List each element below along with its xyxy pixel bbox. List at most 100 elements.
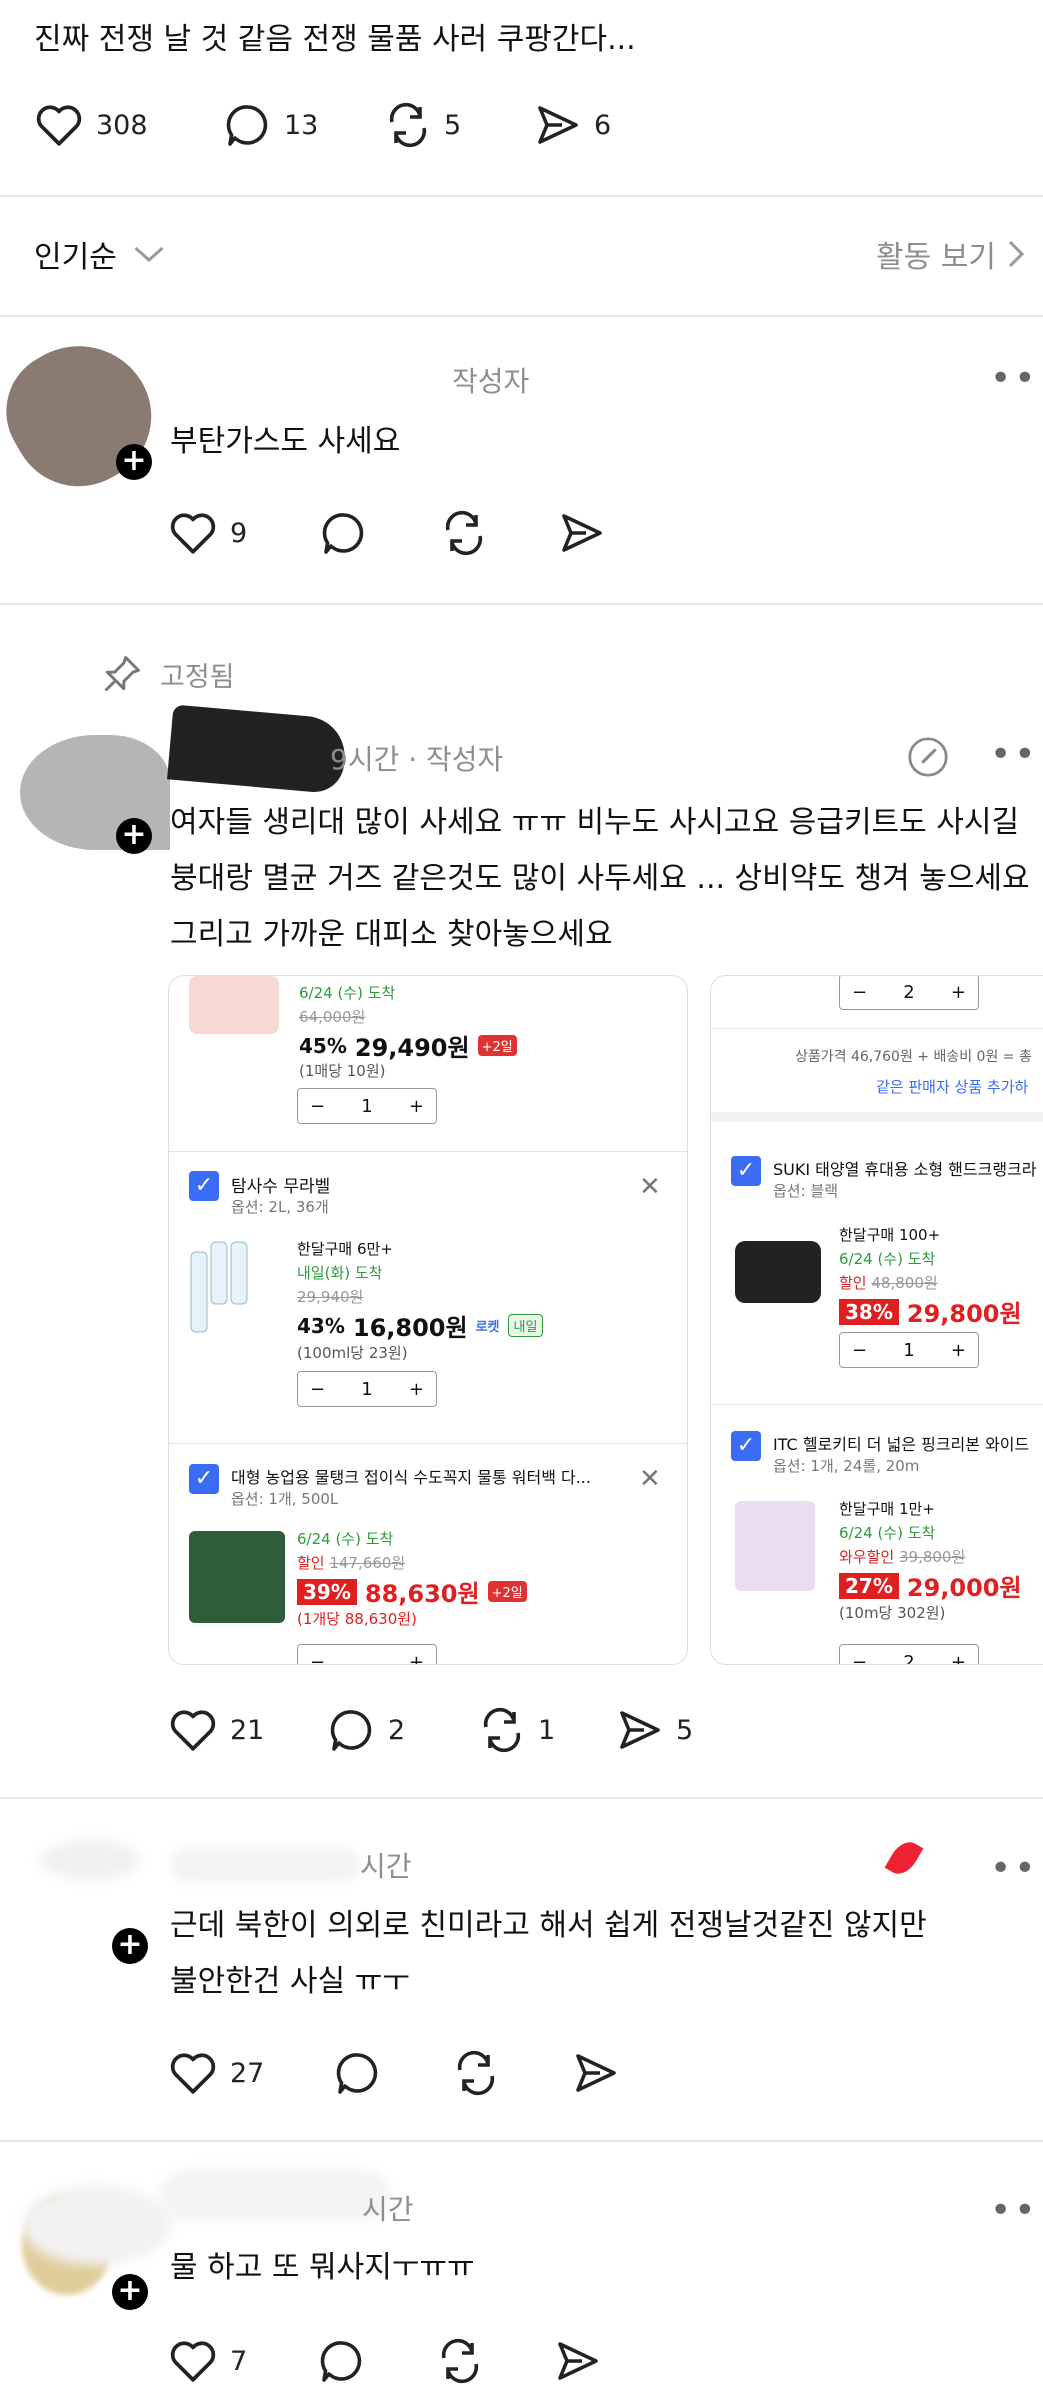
- post-text: 진짜 전쟁 날 것 같음 전쟁 물품 사러 쿠팡간다...: [34, 22, 636, 57]
- comment-icon: [328, 1707, 376, 1753]
- product-name: 대형 농업용 물탱크 접이식 수도꼭지 물통 워터백 다...: [231, 1468, 591, 1487]
- repost-button[interactable]: 1: [478, 1707, 555, 1753]
- comment-button[interactable]: 13: [224, 102, 318, 148]
- follow-plus-icon[interactable]: +: [112, 1928, 148, 1964]
- follow-plus-icon[interactable]: +: [112, 2274, 148, 2310]
- order-summary: 상품가격 46,760원 + 배송비 0원 = 총: [795, 1049, 1032, 1065]
- avatar[interactable]: [0, 319, 176, 511]
- checkbox[interactable]: ✓: [731, 1156, 761, 1186]
- reply-button[interactable]: [318, 2338, 366, 2384]
- product-image-tank: [189, 1531, 285, 1623]
- add-seller-items-link[interactable]: 같은 판매자 상품 추가하: [876, 1076, 1028, 1097]
- send-icon: [558, 510, 606, 556]
- rocket-badge: 로켓: [475, 1320, 500, 1335]
- comment-text-line: 그리고 가까운 대피소 찾아놓으세요: [170, 917, 613, 952]
- repost-icon: [452, 2050, 500, 2096]
- send-icon: [616, 1707, 664, 1753]
- reply-button[interactable]: [334, 2050, 382, 2096]
- reply-button[interactable]: [320, 510, 368, 556]
- share-button[interactable]: [558, 510, 606, 556]
- activity-link[interactable]: 활동 보기: [876, 232, 1026, 276]
- product-image-tissue: [735, 1501, 815, 1591]
- unit-price: (100ml당 23원): [297, 1344, 408, 1362]
- more-options-icon[interactable]: •••: [990, 1848, 1043, 1889]
- like-button[interactable]: 27: [168, 2050, 264, 2096]
- price-sub-row: 할인 48,800원: [839, 1272, 938, 1293]
- price: 29,800원: [906, 1300, 1022, 1328]
- reply-button[interactable]: 2: [328, 1707, 405, 1753]
- repost-button[interactable]: [452, 2050, 500, 2096]
- quantity-stepper[interactable]: −1 +: [839, 1332, 979, 1368]
- discount-rate: 27%: [839, 1572, 899, 1599]
- like-count: 27: [230, 2057, 265, 2089]
- checkbox[interactable]: ✓: [189, 1171, 219, 1201]
- repost-button[interactable]: [440, 510, 488, 556]
- more-options-icon[interactable]: •••: [990, 2190, 1043, 2231]
- like-button[interactable]: 21: [168, 1707, 264, 1753]
- share-button[interactable]: 5: [616, 1707, 693, 1753]
- comment-text-line: 불안한건 사실 ㅠㅜ: [170, 1964, 410, 1999]
- price-row: 27% 29,000원: [839, 1568, 1022, 1603]
- follow-plus-icon[interactable]: +: [116, 444, 152, 480]
- redacted-badge: [884, 1836, 924, 1880]
- repost-button[interactable]: 5: [384, 102, 461, 148]
- share-button[interactable]: [572, 2050, 620, 2096]
- follow-plus-icon[interactable]: +: [116, 818, 152, 854]
- product-option: 옵션: 2L, 36개: [231, 1198, 329, 1216]
- like-button[interactable]: 9: [168, 510, 247, 556]
- like-count: 7: [230, 2345, 248, 2377]
- heart-icon: [168, 510, 218, 556]
- repost-icon: [478, 1707, 526, 1753]
- quantity-stepper[interactable]: −1 +: [297, 1371, 437, 1407]
- comment-icon: [334, 2050, 382, 2096]
- quantity-stepper[interactable]: −2 +: [839, 1644, 979, 1664]
- price-row: 45% 29,490원 +2일: [299, 1028, 517, 1063]
- sale-label: 와우할인: [839, 1548, 895, 1566]
- quantity-stepper[interactable]: −1 +: [297, 1088, 437, 1124]
- divider: [0, 603, 1043, 605]
- heart-icon: [168, 2338, 218, 2384]
- close-icon[interactable]: ✕: [639, 1172, 661, 1202]
- comment-meta: 시간: [360, 1850, 412, 1883]
- more-options-icon[interactable]: •••: [990, 358, 1043, 399]
- comment-text: 물 하고 또 뭐사지ㅜㅠㅠ: [170, 2250, 475, 2285]
- avatar[interactable]: [40, 1840, 140, 1880]
- comment-count: 13: [284, 109, 319, 141]
- delivery-badge: +2일: [477, 1035, 517, 1056]
- like-count: 308: [96, 109, 148, 141]
- product-image-radio: [735, 1241, 821, 1303]
- price: 16,800원: [352, 1314, 468, 1342]
- like-button[interactable]: 7: [168, 2338, 247, 2384]
- send-icon: [534, 102, 582, 148]
- cart-screenshot-right[interactable]: −2 + 상품가격 46,760원 + 배송비 0원 = 총 같은 판매자 상품 …: [710, 975, 1043, 1665]
- heart-icon: [168, 2050, 218, 2096]
- activity-label: 활동 보기: [876, 240, 996, 275]
- product-option: 옵션: 1개, 500L: [231, 1490, 339, 1508]
- checkbox[interactable]: ✓: [189, 1464, 219, 1494]
- redacted-name: [170, 1848, 360, 1882]
- product-image-water: [189, 1238, 251, 1338]
- repost-button[interactable]: [436, 2338, 484, 2384]
- price-row: 43% 16,800원 로켓 내일: [297, 1308, 544, 1343]
- monthly-sales: 한달구매 1만+: [839, 1500, 935, 1518]
- pin-icon: [100, 652, 144, 696]
- tomorrow-badge: 내일: [507, 1314, 544, 1337]
- checkbox[interactable]: ✓: [731, 1431, 761, 1461]
- quantity-stepper[interactable]: − +: [297, 1644, 437, 1664]
- comment-text-line: 근데 북한이 의외로 친미라고 해서 쉽게 전쟁날것같진 않지만: [170, 1908, 927, 1943]
- original-price: 64,000원: [299, 1008, 366, 1026]
- close-icon[interactable]: ✕: [639, 1464, 661, 1494]
- quantity-stepper[interactable]: −2 +: [839, 976, 979, 1010]
- share-button[interactable]: [554, 2338, 602, 2384]
- sort-dropdown[interactable]: 인기순: [34, 232, 167, 276]
- edit-icon[interactable]: [905, 734, 951, 784]
- delivery-badge: +2일: [487, 1581, 527, 1602]
- unit-price: (1매당 10원): [299, 1062, 386, 1080]
- repost-count: 5: [444, 109, 462, 141]
- more-options-icon[interactable]: •••: [990, 734, 1043, 775]
- share-button[interactable]: 6: [534, 102, 611, 148]
- redacted-name: [167, 704, 348, 795]
- cart-screenshot-left[interactable]: 6/24 (수) 도착 64,000원 45% 29,490원 +2일 (1매당…: [168, 975, 688, 1665]
- like-button[interactable]: 308: [34, 102, 148, 148]
- product-name: SUKI 태양열 휴대용 소형 핸드크랭크라: [773, 1160, 1037, 1179]
